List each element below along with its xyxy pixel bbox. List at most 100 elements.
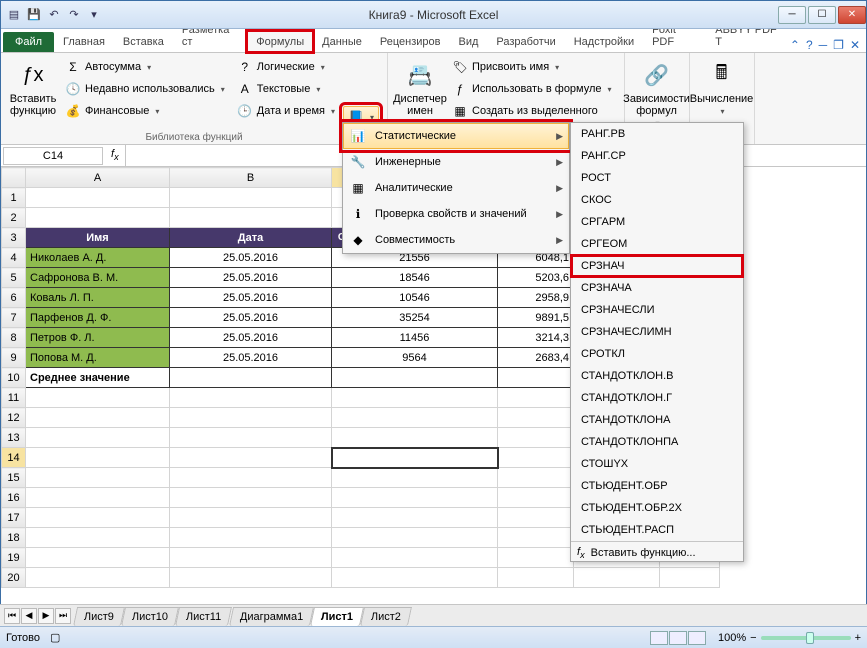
func-item[interactable]: СТАНДОТКЛОНА [571,409,743,431]
tab-formulas[interactable]: Формулы [247,31,313,52]
submenu-statistical[interactable]: 📊Статистические▶ [343,123,569,149]
insert-function-button[interactable]: ƒx Вставить функцию [9,57,57,130]
func-item[interactable]: СТАНДОТКЛОН.Г [571,387,743,409]
logical-button[interactable]: ?Логические▾ [233,57,339,77]
fx-button-icon[interactable]: fx [111,148,119,162]
selected-cell[interactable] [332,448,498,468]
func-item[interactable]: СКОС [571,189,743,211]
cell-name[interactable]: Парфенов Д. Ф. [26,308,170,328]
sheet-tab[interactable]: Лист10 [121,607,179,626]
row-header[interactable]: 9 [2,348,26,368]
name-box[interactable]: C14 [3,147,103,165]
row-header[interactable]: 6 [2,288,26,308]
formula-auditing-button[interactable]: 🔗Зависимости формул▾ [633,57,681,130]
cell-name[interactable]: Петров Ф. Л. [26,328,170,348]
cell-avg-label[interactable]: Среднее значение [26,368,170,388]
row-header[interactable]: 1 [2,188,26,208]
row-header[interactable]: 4 [2,248,26,268]
row-header[interactable]: 20 [2,568,26,588]
row-header[interactable]: 5 [2,268,26,288]
submenu-information[interactable]: ℹПроверка свойств и значений▶ [343,201,569,227]
calculation-button[interactable]: 🖩Вычисление▾ [698,57,746,130]
func-item[interactable]: СТЬЮДЕНТ.ОБР.2Х [571,497,743,519]
func-item[interactable]: СРЗНАЧА [571,277,743,299]
zoom-in-icon[interactable]: + [855,632,861,644]
row-header[interactable]: 17 [2,508,26,528]
tab-addins[interactable]: Надстройки [565,31,643,52]
func-item[interactable]: РАНГ.РВ [571,123,743,145]
cell-date[interactable]: 25.05.2016 [170,248,332,268]
func-item[interactable]: СРГАРМ [571,211,743,233]
func-item-average[interactable]: СРЗНАЧ [571,255,743,277]
use-in-formula-button[interactable]: ƒИспользовать в формуле▾ [448,79,616,99]
col-header-A[interactable]: A [26,168,170,188]
help-icon[interactable]: ? [806,38,813,52]
text-button[interactable]: AТекстовые▾ [233,79,339,99]
row-header[interactable]: 3 [2,228,26,248]
zoom-level[interactable]: 100% [718,632,746,644]
sheet-nav-first-icon[interactable]: ⏮ [4,608,20,624]
row-header[interactable]: 16 [2,488,26,508]
view-pagebreak-icon[interactable] [688,631,706,645]
view-layout-icon[interactable] [669,631,687,645]
row-header[interactable]: 10 [2,368,26,388]
func-item[interactable]: СТОШYX [571,453,743,475]
row-header[interactable]: 13 [2,428,26,448]
row-header[interactable]: 12 [2,408,26,428]
insert-function-link[interactable]: fxВставить функцию... [571,541,743,564]
sheet-tab-active[interactable]: Лист1 [310,607,364,626]
zoom-slider[interactable] [761,636,851,640]
func-item[interactable]: СРЗНАЧЕСЛИМН [571,321,743,343]
func-item[interactable]: СТАНДОТКЛОН.В [571,365,743,387]
sheet-tab[interactable]: Лист9 [73,607,125,626]
cell-name[interactable]: Попова М. Д. [26,348,170,368]
create-from-selection-button[interactable]: ▦Создать из выделенного [448,101,616,121]
save-icon[interactable]: 💾 [25,6,43,24]
func-item[interactable]: СРОТКЛ [571,343,743,365]
sheet-nav-prev-icon[interactable]: ◀ [21,608,37,624]
view-normal-icon[interactable] [650,631,668,645]
func-item[interactable]: СТЬЮДЕНТ.ОБР [571,475,743,497]
cell-name[interactable]: Николаев А. Д. [26,248,170,268]
datetime-button[interactable]: 🕒Дата и время▾ [233,101,339,121]
recent-button[interactable]: 🕓Недавно использовались▾ [61,79,229,99]
assign-name-button[interactable]: 🏷Присвоить имя▾ [448,57,616,77]
func-item[interactable]: СРЗНАЧЕСЛИ [571,299,743,321]
tab-data[interactable]: Данные [313,31,371,52]
submenu-engineering[interactable]: 🔧Инженерные▶ [343,149,569,175]
select-all-corner[interactable] [2,168,26,188]
row-header[interactable]: 11 [2,388,26,408]
cell-name[interactable]: Коваль Л. П. [26,288,170,308]
func-item[interactable]: СТАНДОТКЛОНПА [571,431,743,453]
tab-review[interactable]: Рецензиров [371,31,450,52]
submenu-compatibility[interactable]: ◆Совместимость▶ [343,227,569,253]
zoom-out-icon[interactable]: − [750,632,756,644]
doc-minimize-icon[interactable]: ─ [819,38,828,52]
func-item[interactable]: СТЬЮДЕНТ.РАСП [571,519,743,541]
func-item[interactable]: РОСТ [571,167,743,189]
table-header-date[interactable]: Дата [170,228,332,248]
row-header[interactable]: 15 [2,468,26,488]
doc-restore-icon[interactable]: ❐ [833,38,844,52]
col-header-B[interactable]: B [170,168,332,188]
redo-icon[interactable]: ↷ [65,6,83,24]
row-header[interactable]: 14 [2,448,26,468]
close-button[interactable]: ✕ [838,6,866,24]
macro-record-icon[interactable]: ▢ [50,631,60,644]
cell-name[interactable]: Сафронова В. М. [26,268,170,288]
row-header[interactable]: 18 [2,528,26,548]
maximize-button[interactable]: ☐ [808,6,836,24]
financial-button[interactable]: 💰Финансовые▾ [61,101,229,121]
sheet-tab[interactable]: Диаграмма1 [228,607,313,626]
tab-view[interactable]: Вид [449,31,487,52]
undo-icon[interactable]: ↶ [45,6,63,24]
row-header[interactable]: 19 [2,548,26,568]
tab-insert[interactable]: Вставка [114,31,173,52]
minimize-button[interactable]: ─ [778,6,806,24]
sheet-tab[interactable]: Лист11 [175,607,232,626]
func-item[interactable]: РАНГ.СР [571,145,743,167]
row-header[interactable]: 2 [2,208,26,228]
doc-close-icon[interactable]: ✕ [850,38,860,52]
table-header-name[interactable]: Имя [26,228,170,248]
submenu-cube[interactable]: ▦Аналитические▶ [343,175,569,201]
